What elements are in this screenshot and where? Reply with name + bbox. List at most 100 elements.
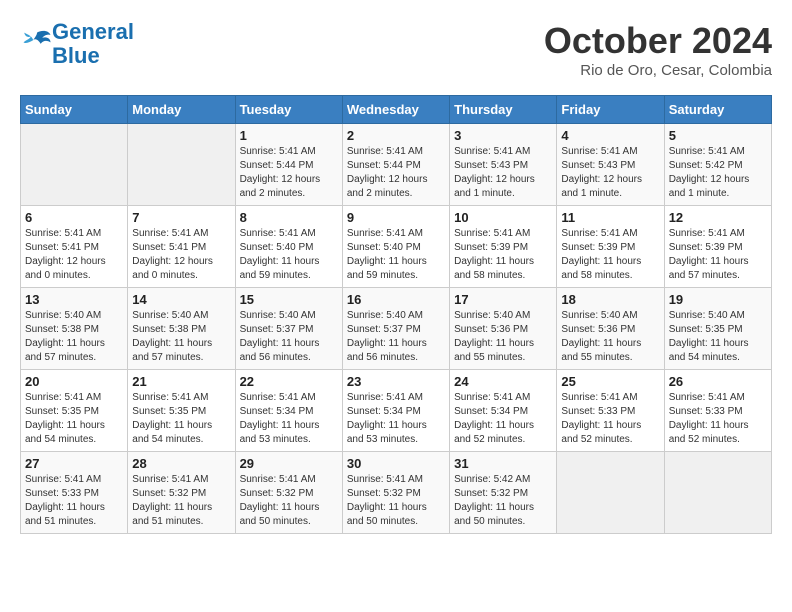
day-number: 13 (25, 292, 123, 307)
day-number: 19 (669, 292, 767, 307)
logo-line1: General (52, 19, 134, 44)
day-info: Sunrise: 5:41 AM Sunset: 5:44 PM Dayligh… (347, 145, 445, 201)
day-number: 1 (240, 128, 338, 143)
calendar-header-row: SundayMondayTuesdayWednesdayThursdayFrid… (21, 96, 772, 124)
day-number: 3 (454, 128, 552, 143)
day-info: Sunrise: 5:40 AM Sunset: 5:36 PM Dayligh… (561, 309, 659, 365)
day-number: 12 (669, 210, 767, 225)
day-info: Sunrise: 5:41 AM Sunset: 5:43 PM Dayligh… (561, 145, 659, 201)
day-info: Sunrise: 5:41 AM Sunset: 5:39 PM Dayligh… (454, 227, 552, 283)
day-number: 11 (561, 210, 659, 225)
day-number: 7 (132, 210, 230, 225)
day-info: Sunrise: 5:41 AM Sunset: 5:41 PM Dayligh… (132, 227, 230, 283)
calendar-cell: 16 Sunrise: 5:40 AM Sunset: 5:37 PM Dayli… (342, 288, 449, 370)
day-info: Sunrise: 5:41 AM Sunset: 5:35 PM Dayligh… (25, 391, 123, 447)
day-info: Sunrise: 5:40 AM Sunset: 5:37 PM Dayligh… (347, 309, 445, 365)
calendar-cell: 19 Sunrise: 5:40 AM Sunset: 5:35 PM Dayli… (664, 288, 771, 370)
weekday-header-wednesday: Wednesday (342, 96, 449, 124)
day-info: Sunrise: 5:40 AM Sunset: 5:35 PM Dayligh… (669, 309, 767, 365)
logo-line2: Blue (52, 43, 100, 68)
day-info: Sunrise: 5:40 AM Sunset: 5:37 PM Dayligh… (240, 309, 338, 365)
day-info: Sunrise: 5:41 AM Sunset: 5:32 PM Dayligh… (132, 473, 230, 529)
calendar-cell: 15Sunrise: 5:40 AM Sunset: 5:37 PM Dayli… (235, 288, 342, 370)
day-number: 21 (132, 374, 230, 389)
location-subtitle: Rio de Oro, Cesar, Colombia (544, 62, 772, 79)
day-info: Sunrise: 5:42 AM Sunset: 5:32 PM Dayligh… (454, 473, 552, 529)
day-info: Sunrise: 5:41 AM Sunset: 5:44 PM Dayligh… (240, 145, 338, 201)
day-number: 9 (347, 210, 445, 225)
day-number: 23 (347, 374, 445, 389)
calendar-cell: 24Sunrise: 5:41 AM Sunset: 5:34 PM Dayli… (450, 370, 557, 452)
calendar-week-2: 6 Sunrise: 5:41 AM Sunset: 5:41 PM Daylig… (21, 206, 772, 288)
day-number: 14 (132, 292, 230, 307)
day-number: 28 (132, 456, 230, 471)
day-info: Sunrise: 5:41 AM Sunset: 5:40 PM Dayligh… (347, 227, 445, 283)
day-number: 10 (454, 210, 552, 225)
calendar-cell: 18 Sunrise: 5:40 AM Sunset: 5:36 PM Dayli… (557, 288, 664, 370)
day-info: Sunrise: 5:41 AM Sunset: 5:42 PM Dayligh… (669, 145, 767, 201)
calendar-cell: 27 Sunrise: 5:41 AM Sunset: 5:33 PM Dayli… (21, 452, 128, 534)
calendar-cell: 11 Sunrise: 5:41 AM Sunset: 5:39 PM Dayli… (557, 206, 664, 288)
day-number: 18 (561, 292, 659, 307)
calendar-week-4: 20 Sunrise: 5:41 AM Sunset: 5:35 PM Dayli… (21, 370, 772, 452)
weekday-header-sunday: Sunday (21, 96, 128, 124)
day-info: Sunrise: 5:41 AM Sunset: 5:40 PM Dayligh… (240, 227, 338, 283)
calendar-cell: 9 Sunrise: 5:41 AM Sunset: 5:40 PM Daylig… (342, 206, 449, 288)
calendar-cell: 13 Sunrise: 5:40 AM Sunset: 5:38 PM Dayli… (21, 288, 128, 370)
logo-bird-icon (22, 27, 52, 57)
calendar-cell: 29Sunrise: 5:41 AM Sunset: 5:32 PM Dayli… (235, 452, 342, 534)
day-info: Sunrise: 5:41 AM Sunset: 5:39 PM Dayligh… (561, 227, 659, 283)
calendar-cell: 1 Sunrise: 5:41 AM Sunset: 5:44 PM Daylig… (235, 124, 342, 206)
day-info: Sunrise: 5:41 AM Sunset: 5:35 PM Dayligh… (132, 391, 230, 447)
page-header: General Blue October 2024 Rio de Oro, Ce… (20, 20, 772, 79)
day-number: 16 (347, 292, 445, 307)
day-number: 24 (454, 374, 552, 389)
calendar-cell: 3 Sunrise: 5:41 AM Sunset: 5:43 PM Daylig… (450, 124, 557, 206)
day-number: 31 (454, 456, 552, 471)
weekday-header-tuesday: Tuesday (235, 96, 342, 124)
day-info: Sunrise: 5:41 AM Sunset: 5:33 PM Dayligh… (25, 473, 123, 529)
calendar-week-3: 13 Sunrise: 5:40 AM Sunset: 5:38 PM Dayli… (21, 288, 772, 370)
day-number: 8 (240, 210, 338, 225)
day-info: Sunrise: 5:41 AM Sunset: 5:32 PM Dayligh… (347, 473, 445, 529)
calendar-cell (557, 452, 664, 534)
calendar-cell: 31 Sunrise: 5:42 AM Sunset: 5:32 PM Dayli… (450, 452, 557, 534)
calendar-cell (664, 452, 771, 534)
day-info: Sunrise: 5:41 AM Sunset: 5:34 PM Dayligh… (347, 391, 445, 447)
day-info: Sunrise: 5:41 AM Sunset: 5:34 PM Dayligh… (240, 391, 338, 447)
calendar-cell: 7 Sunrise: 5:41 AM Sunset: 5:41 PM Daylig… (128, 206, 235, 288)
calendar-body: 1 Sunrise: 5:41 AM Sunset: 5:44 PM Daylig… (21, 124, 772, 534)
day-info: Sunrise: 5:41 AM Sunset: 5:43 PM Dayligh… (454, 145, 552, 201)
day-info: Sunrise: 5:40 AM Sunset: 5:38 PM Dayligh… (132, 309, 230, 365)
day-number: 22 (240, 374, 338, 389)
calendar-cell: 6Sunrise: 5:41 AM Sunset: 5:41 PM Daylig… (21, 206, 128, 288)
calendar-cell: 28 Sunrise: 5:41 AM Sunset: 5:32 PM Dayli… (128, 452, 235, 534)
day-number: 27 (25, 456, 123, 471)
calendar-week-1: 1 Sunrise: 5:41 AM Sunset: 5:44 PM Daylig… (21, 124, 772, 206)
weekday-header-saturday: Saturday (664, 96, 771, 124)
calendar-cell: 20 Sunrise: 5:41 AM Sunset: 5:35 PM Dayli… (21, 370, 128, 452)
calendar-table: SundayMondayTuesdayWednesdayThursdayFrid… (20, 95, 772, 534)
weekday-header-monday: Monday (128, 96, 235, 124)
calendar-cell: 21 Sunrise: 5:41 AM Sunset: 5:35 PM Dayli… (128, 370, 235, 452)
day-info: Sunrise: 5:41 AM Sunset: 5:39 PM Dayligh… (669, 227, 767, 283)
calendar-cell: 30Sunrise: 5:41 AM Sunset: 5:32 PM Dayli… (342, 452, 449, 534)
day-number: 26 (669, 374, 767, 389)
calendar-cell (128, 124, 235, 206)
day-info: Sunrise: 5:40 AM Sunset: 5:38 PM Dayligh… (25, 309, 123, 365)
calendar-cell: 10 Sunrise: 5:41 AM Sunset: 5:39 PM Dayli… (450, 206, 557, 288)
day-number: 17 (454, 292, 552, 307)
calendar-cell: 2 Sunrise: 5:41 AM Sunset: 5:44 PM Daylig… (342, 124, 449, 206)
calendar-cell: 23 Sunrise: 5:41 AM Sunset: 5:34 PM Dayli… (342, 370, 449, 452)
weekday-header-thursday: Thursday (450, 96, 557, 124)
day-number: 2 (347, 128, 445, 143)
calendar-cell: 4 Sunrise: 5:41 AM Sunset: 5:43 PM Daylig… (557, 124, 664, 206)
day-number: 6 (25, 210, 123, 225)
weekday-header-friday: Friday (557, 96, 664, 124)
day-number: 5 (669, 128, 767, 143)
day-number: 4 (561, 128, 659, 143)
calendar-cell: 8 Sunrise: 5:41 AM Sunset: 5:40 PM Daylig… (235, 206, 342, 288)
month-title: October 2024 (544, 20, 772, 62)
day-info: Sunrise: 5:40 AM Sunset: 5:36 PM Dayligh… (454, 309, 552, 365)
day-number: 20 (25, 374, 123, 389)
